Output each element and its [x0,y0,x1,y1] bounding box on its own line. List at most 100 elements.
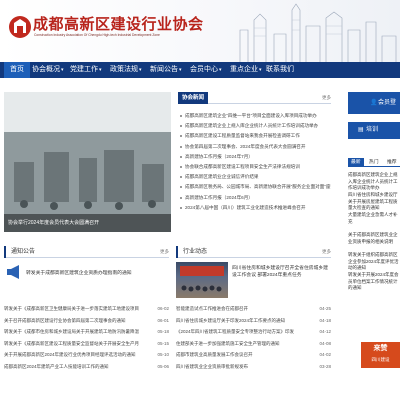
news-item[interactable]: 协会联合成都高新区建设工程项目安全生产法律法规培训 [178,164,331,174]
notice-item-date: 05-15 [157,340,169,346]
news-item[interactable]: 成都高新区建筑企业上规入库企业统计人员统计工作培训成功举办 [178,123,331,133]
dynamics-item-title: 智能建造试点工作推进会在成都召开 [176,306,248,311]
banner-carousel[interactable] [4,92,171,232]
right-list-item[interactable]: 成都高新区建筑企业上规入库企业统计人员统计工作培训成功举办 [348,172,400,192]
nav-item-about[interactable]: 协会概况▾ [32,62,64,78]
notice-title[interactable]: 通知公告 [4,246,35,258]
member-login-button[interactable]: 👤 会员登录 [348,92,400,128]
news-item[interactable]: 2024第八届中国（四川）建筑工业化建造技术推进峰会召开 [178,205,331,215]
list-item[interactable]: 转发关于《成都市住房和城乡建设局关于开展建筑工地防汛防暑降温安全检查的通知》 05… [4,329,169,341]
chevron-down-icon: ▾ [179,67,182,73]
notice-item-title: 关于召开成都高新区建设行业协会第四届第二次理事会的通知 [4,317,126,323]
list-item[interactable]: 成都高新区2024年建筑产业工人技能培训工作的通知 05-06 [4,364,169,376]
dynamics-item-date: 04-08 [319,340,331,346]
megaphone-icon [7,265,19,279]
floating-badge-label: 来赞 [373,345,388,352]
news-item[interactable]: 高新建协工作月报（2024年6月） [178,195,331,205]
notice-item-date: 06-01 [157,317,169,323]
notice-item-title: 关于开展成都高新区2024年建设行业优秀项目经理评选活动的通知 [4,352,136,358]
news-item[interactable]: 协会第四届第二次理事会、2024年度会员代表大会圆满召开 [178,144,331,154]
chevron-down-icon: ▾ [61,67,64,73]
dynamics-item-date: 04-25 [319,306,331,311]
list-item[interactable]: 关于开展成都高新区2024年建设行业优秀项目经理评选活动的通知 05-10 [4,352,169,364]
site-subtitle: Construction Industry Association Of Che… [34,33,160,37]
user-icon: 👤 [370,100,378,106]
list-item[interactable]: 住建部关于进一步加强建筑施工安全生产管理的通知 04-08 [176,341,331,353]
nav-item-home[interactable]: 首页 [4,62,30,78]
nav-label: 协会概况 [32,66,60,73]
list-item[interactable]: 《2024年四川省建筑工程质量安全专项整治行动方案》印发 04-12 [176,329,331,341]
right-list-item[interactable]: 转发关于开展2024年度会员单位档案工作情况统计的通知 [348,272,400,292]
notice-more-link[interactable]: 更多 [160,249,169,255]
site-title: 成都高新区建设行业协会 [33,16,204,33]
dynamics-item-title: 成都市建筑业高质量发展工作会议召开 [176,352,253,358]
list-item[interactable]: 转发关于《成都高新区卫生健康局关于进一步落实建筑工地建设项目防暑降温工作的通知》… [4,306,169,318]
list-item[interactable]: 关于召开成都高新区建设行业协会第四届第二次理事会的通知 06-01 [4,318,169,330]
dynamics-item-title: 住建部关于进一步加强建筑施工安全生产管理的通知 [176,340,280,346]
dynamics-item-date: 04-18 [319,317,331,323]
news-item[interactable]: 成都高新区建筑业企业诚信评价结果 [178,174,331,184]
list-item[interactable]: 智能建造试点工作推进会在成都召开 04-25 [176,306,331,318]
nav-item-key-companies[interactable]: 重点企业▾ [230,62,262,78]
notice-item-title: 转发关于《成都高新区建设工程质量安全监督站关于开展安全生产月活动的通知》 [4,340,139,346]
association-news-panel: 协会新闻 更多 成都高新区建筑企业“四维一平台”项目全面建设入库项目成功举办 成… [178,92,331,232]
training-button[interactable]: ▤ 培训 [348,122,400,139]
news-item[interactable]: 高新建协工作月报（2024年7月） [178,154,331,164]
news-more-link[interactable]: 更多 [322,95,331,101]
conference-photo[interactable] [176,262,228,298]
nav-item-contact[interactable]: 联系我们 [266,62,294,78]
city-skyline-decoration [239,3,397,62]
nav-label: 党建工作 [70,66,98,73]
chevron-down-icon: ▾ [139,67,142,73]
notice-item-date: 06-02 [157,306,169,311]
right-list: 成都高新区建筑企业上规入库企业统计人员统计工作培训成功举办 四川省住房和城乡建设… [348,172,400,292]
news-item[interactable]: 成都高新区建设工程质量监督站来我会开展检查调研工作 [178,133,331,143]
right-list-item[interactable]: 四川省住房和城乡建设厅关于开展房屋建筑工程质量大检查的通知 [348,192,400,212]
notice-featured[interactable]: 转发关于成都高新区建筑企业资质办理指南的通知 [26,269,132,276]
floating-badge[interactable]: 来赞 四川建设 [361,342,400,368]
nav-label: 重点企业 [230,66,258,73]
industry-dynamics-panel: 行业动态 更多 四川省住房和城乡建设厅召开全省住房城乡建设工作会议 部署2024… [176,246,331,396]
banner-caption[interactable]: 协会举行2024年度会员代表大会圆满召开 [4,214,171,232]
news-tab[interactable]: 协会新闻 [178,92,209,104]
news-header: 协会新闻 更多 [178,92,331,104]
notice-list: 转发关于《成都高新区卫生健康局关于进一步落实建筑工地建设项目防暑降温工作的通知》… [4,306,169,376]
dynamics-header: 行业动态 更多 [176,246,331,258]
nav-item-policy[interactable]: 政策法规▾ [110,62,142,78]
tab-latest[interactable]: 最新 [348,158,364,167]
site-header: 成都高新区建设行业协会 Construction Industry Associ… [0,0,400,62]
list-item[interactable]: 四川省建筑业企业资质审批新规发布 03-28 [176,364,331,376]
nav-item-news[interactable]: 新闻公告▾ [150,62,182,78]
nav-label: 政策法规 [110,66,138,73]
list-item[interactable]: 成都市建筑业高质量发展工作会议召开 04-02 [176,352,331,364]
dynamics-more-link[interactable]: 更多 [322,249,331,255]
tab-recommended[interactable]: 推荐 [384,158,400,167]
floating-badge-sub: 四川建设 [371,357,390,362]
chevron-down-icon: ▾ [219,67,222,73]
news-item[interactable]: 成都高新区税务局、公园城市局、高新建协联合开展“服务企业面对面”座谈 [178,184,331,194]
notice-item-title: 转发关于《成都市住房和城乡建设局关于开展建筑工地防汛防暑降温安全检查的通知》 [4,329,139,335]
association-logo-icon[interactable] [8,14,32,40]
right-list-item[interactable]: 转发关于组织成都高新区企业参加2024年度评优活动的通知 [348,252,400,272]
right-list-item[interactable]: 大量建筑企业急需人才补充 [348,212,400,232]
news-list: 成都高新区建筑企业“四维一平台”项目全面建设入库项目成功举办 成都高新区建筑企业… [178,113,331,215]
chevron-down-icon: ▾ [259,67,262,73]
notice-item-title: 转发关于《成都高新区卫生健康局关于进一步落实建筑工地建设项目防暑降温工作的通知》 [4,306,139,311]
tab-hot[interactable]: 热门 [366,158,382,167]
nav-item-members[interactable]: 会员中心▾ [190,62,222,78]
news-item[interactable]: 成都高新区建筑企业“四维一平台”项目全面建设入库项目成功举办 [178,113,331,123]
notice-header: 通知公告 更多 [4,246,169,258]
nav-label: 新闻公告 [150,66,178,73]
training-label: 培训 [366,127,379,133]
list-item[interactable]: 转发关于《成都高新区建设工程质量安全监督站关于开展安全生产月活动的通知》 05-1… [4,341,169,353]
right-list-item[interactable]: 关于成都高新区建筑业企业资质申报的相关说明 [348,232,400,252]
notice-item-title: 成都高新区2024年建筑产业工人技能培训工作的通知 [4,363,109,369]
nav-label: 会员中心 [190,66,218,73]
main-nav: 首页 协会概况▾ 党建工作▾ 政策法规▾ 新闻公告▾ 会员中心▾ 重点企业▾ 联… [0,62,400,78]
dynamics-title[interactable]: 行业动态 [176,246,207,258]
notice-panel: 通知公告 更多 转发关于成都高新区建筑企业资质办理指南的通知 转发关于《成都高新… [4,246,169,396]
dynamics-featured[interactable]: 四川省住房和城乡建设厅召开全省住房城乡建设工作会议 部署2024年重点任务 [232,265,331,279]
conference-photo-art [180,266,224,292]
nav-item-party[interactable]: 党建工作▾ [70,62,102,78]
list-item[interactable]: 四川省住房城乡建设厅关于印发2024年工作要点的通知 04-18 [176,318,331,330]
